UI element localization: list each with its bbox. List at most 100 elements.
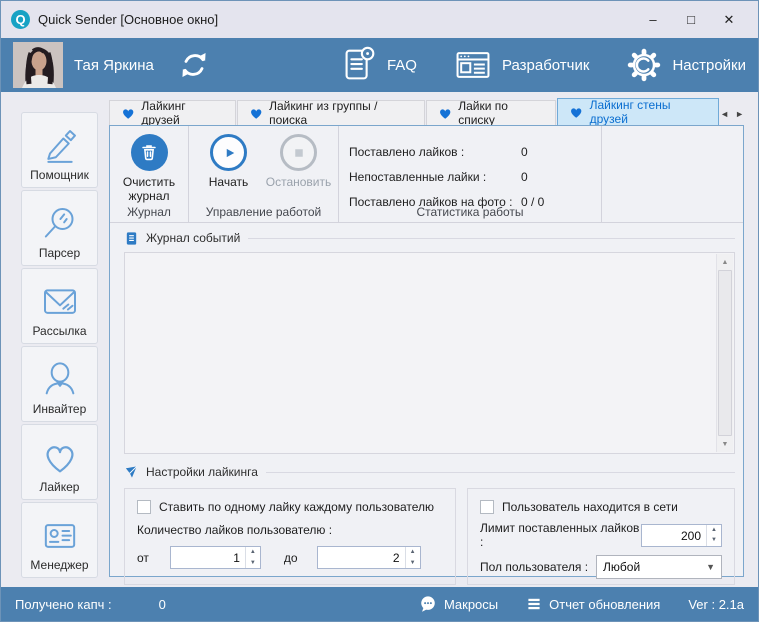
stat-label: Поставлено лайков :	[349, 144, 465, 159]
scroll-down-icon[interactable]: ▼	[717, 436, 733, 452]
group-divider	[248, 238, 735, 239]
toolbar-group-control: Начать Остановить Управление работой	[189, 126, 339, 222]
likes-from-stepper[interactable]: 1 ▲ ▼	[169, 546, 261, 569]
sidebar-item-mailing[interactable]: Рассылка	[21, 268, 98, 344]
sidebar-item-assistant[interactable]: Помощник	[21, 112, 98, 188]
heart-icon	[439, 108, 451, 119]
sidebar-item-liker[interactable]: Лайкер	[21, 424, 98, 500]
developer-button[interactable]: Разработчик	[451, 45, 589, 85]
like-limit-stepper[interactable]: 200 ▲ ▼	[641, 523, 722, 547]
sidebar-item-manager[interactable]: Менеджер	[21, 502, 98, 578]
one-like-checkbox[interactable]	[137, 500, 151, 514]
trash-icon	[130, 134, 168, 171]
stepper-up-icon[interactable]: ▲	[406, 547, 420, 558]
tab-scroll-right-icon[interactable]: ►	[735, 110, 744, 119]
header-bar: Тая Яркина FAQ Разработчик Настройки	[1, 38, 758, 92]
chevron-down-icon: ▼	[706, 562, 715, 572]
captcha-counter: Получено капч : 0	[15, 597, 166, 612]
toolbar-group-journal: Очистить журнал Журнал	[110, 126, 189, 222]
user-avatar[interactable]	[13, 42, 63, 88]
close-button[interactable]: ✕	[710, 7, 748, 33]
tab-label: Лайкинг друзей	[141, 99, 186, 127]
main-panel: Лайкинг друзей Лайкинг из группы / поиск…	[101, 92, 758, 587]
heart-icon	[123, 108, 134, 119]
sidebar-item-label: Парсер	[38, 246, 81, 260]
gender-select[interactable]: Любой ▼	[596, 555, 722, 579]
sidebar: Помощник Парсер Рассылка Инвайтер Лайкер…	[1, 92, 101, 587]
to-label: до	[283, 550, 298, 565]
captcha-label: Получено капч :	[15, 596, 112, 612]
tab-scroll-left-icon[interactable]: ◄	[720, 110, 729, 119]
stepper-up-icon[interactable]: ▲	[246, 547, 260, 558]
tab-liking-friends-wall[interactable]: Лайкинг стены друзей	[557, 98, 720, 126]
log-group-title: Журнал событий	[146, 231, 241, 245]
stepper-buttons[interactable]: ▲ ▼	[706, 524, 721, 546]
stop-button[interactable]: Остановить	[266, 134, 332, 189]
log-group-caption: Журнал событий	[124, 229, 735, 247]
maximize-button[interactable]: □	[672, 7, 710, 33]
log-scrollbar[interactable]: ▲ ▼	[716, 254, 733, 452]
event-log-area[interactable]: ▲ ▼	[124, 252, 735, 454]
stat-likes-set: Поставлено лайков : 0	[349, 145, 597, 159]
online-user-label: Пользователь находится в сети	[502, 500, 678, 514]
from-label: от	[137, 550, 149, 565]
tab-liking-friends[interactable]: Лайкинг друзей	[109, 99, 236, 127]
like-count-settings-box: Ставить по одному лайку каждому пользова…	[124, 488, 456, 585]
liking-settings-icon	[125, 465, 137, 478]
gender-label: Пол пользователя :	[480, 560, 589, 574]
online-user-checkbox[interactable]	[480, 500, 494, 514]
macros-button[interactable]: Макросы	[419, 595, 498, 613]
app-logo-icon: Q	[11, 10, 30, 29]
sidebar-item-label: Инвайтер	[32, 402, 87, 416]
sidebar-item-inviter[interactable]: Инвайтер	[21, 346, 98, 422]
gender-row: Пол пользователя : Любой ▼	[480, 555, 722, 579]
person-icon	[45, 362, 74, 395]
clear-log-label: Очистить журнал	[122, 175, 176, 204]
stepper-buttons[interactable]: ▲ ▼	[404, 547, 420, 569]
user-name: Тая Яркина	[74, 56, 154, 74]
faq-label: FAQ	[386, 56, 417, 74]
clear-log-button[interactable]: Очистить журнал	[116, 134, 182, 204]
tab-scroll-controls: ◄ ►	[720, 110, 744, 125]
statusbar-right: Макросы Отчет обновления Ver : 2.1a	[419, 595, 744, 613]
like-count-label: Количество лайков пользователю :	[137, 523, 333, 537]
stepper-down-icon[interactable]: ▼	[707, 535, 721, 546]
update-report-button[interactable]: Отчет обновления	[526, 596, 660, 612]
stepper-down-icon[interactable]: ▼	[246, 558, 260, 569]
sidebar-item-parser[interactable]: Парсер	[21, 190, 98, 266]
stepper-down-icon[interactable]: ▼	[406, 558, 420, 569]
stat-label: Непоставленные лайки :	[349, 169, 487, 184]
tab-bar: Лайкинг друзей Лайкинг из группы / поиск…	[109, 98, 744, 127]
developer-label: Разработчик	[501, 56, 590, 74]
settings-button[interactable]: Настройки	[623, 44, 746, 86]
play-icon	[210, 134, 247, 171]
tab-likes-by-list[interactable]: Лайки по списку	[425, 99, 557, 127]
tab-liking-group-search[interactable]: Лайкинг из группы / поиска	[236, 99, 425, 127]
update-report-label: Отчет обновления	[549, 596, 661, 612]
magnifier-icon	[44, 208, 73, 238]
sidebar-item-label: Менеджер	[30, 558, 89, 572]
app-window: Q Quick Sender [Основное окно] – □ ✕ Тая…	[0, 0, 759, 622]
scrollbar-thumb[interactable]	[718, 270, 732, 436]
faq-button[interactable]: FAQ	[338, 44, 417, 86]
page-body: Журнал событий ▲ ▼ Настройки лайкинга Ст…	[110, 223, 743, 585]
stepper-up-icon[interactable]: ▲	[707, 525, 721, 536]
header-actions: FAQ Разработчик Настройки	[338, 44, 746, 86]
scroll-up-icon[interactable]: ▲	[717, 254, 733, 270]
stepper-buttons[interactable]: ▲ ▼	[244, 547, 260, 569]
sidebar-item-label: Рассылка	[32, 324, 87, 338]
likes-to-stepper[interactable]: 2 ▲ ▼	[316, 546, 421, 569]
status-bar: Получено капч : 0 Макросы Отчет обновлен…	[1, 587, 758, 621]
developer-window-icon	[456, 52, 490, 78]
refresh-icon	[182, 53, 206, 77]
minimize-button[interactable]: –	[634, 7, 672, 33]
refresh-account-button[interactable]	[178, 49, 210, 81]
start-button[interactable]: Начать	[196, 134, 262, 189]
id-card-icon	[44, 524, 75, 548]
heart-icon	[250, 108, 262, 119]
menu-lines-icon	[528, 598, 540, 610]
tab-label: Лайки по списку	[458, 99, 508, 127]
heart-icon	[46, 446, 73, 473]
sidebar-item-label: Помощник	[30, 168, 89, 182]
online-user-option: Пользователь находится в сети	[480, 500, 722, 514]
